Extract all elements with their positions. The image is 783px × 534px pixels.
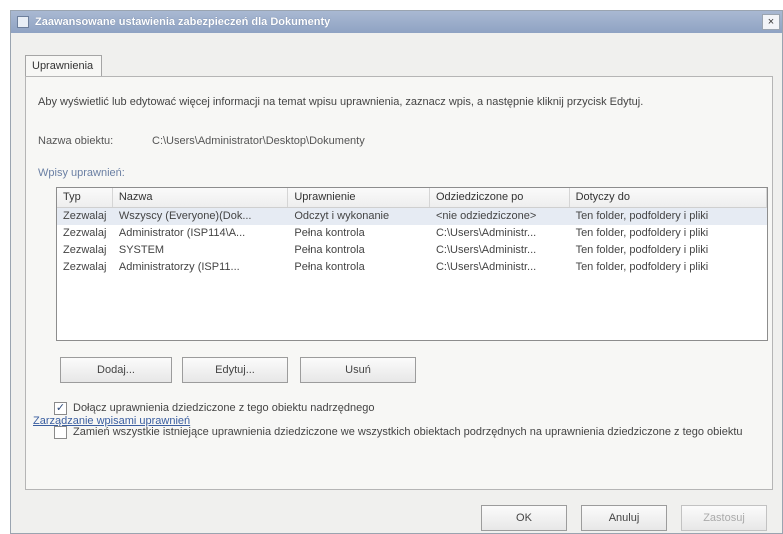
permission-entries-label: Wpisy uprawnień: — [38, 167, 125, 179]
cell-name: SYSTEM — [118, 244, 165, 256]
cell-name: Administratorzy (ISP11... — [118, 261, 240, 273]
object-name-label: Nazwa obiektu: — [38, 135, 114, 147]
replace-child-row: Zamień wszystkie istniejące uprawnienia … — [54, 425, 766, 439]
apply-button[interactable]: Zastosuj — [681, 505, 767, 531]
include-inheritable-row: ✓ Dołącz uprawnienia dziedziczone z tego… — [54, 401, 374, 415]
cell-type: Zezwalaj — [63, 261, 107, 273]
column-header-permission[interactable]: Uprawnienie — [288, 188, 430, 207]
cell-type: Zezwalaj — [63, 227, 107, 239]
add-button[interactable]: Dodaj... — [60, 357, 172, 383]
column-header-name[interactable]: Nazwa — [113, 188, 289, 207]
intro-text: Aby wyświetlić lub edytować więcej infor… — [38, 96, 644, 108]
list-header: Typ Nazwa Uprawnienie Odziedziczone po D… — [57, 188, 767, 208]
cell-inherited-from: C:\Users\Administr... — [435, 227, 537, 239]
cell-type: Zezwalaj — [63, 210, 107, 222]
remove-button[interactable]: Usuń — [300, 357, 416, 383]
table-row[interactable]: Zezwalaj SYSTEM Pełna kontrola C:\Users\… — [57, 242, 767, 259]
cell-permission: Pełna kontrola — [294, 244, 365, 256]
tab-permissions[interactable]: Uprawnienia — [25, 55, 103, 77]
include-inheritable-checkbox[interactable]: ✓ — [54, 402, 67, 415]
object-name-value: C:\Users\Administrator\Desktop\Dokumenty — [152, 135, 365, 147]
cell-applies-to: Ten folder, podfoldery i pliki — [575, 227, 709, 239]
table-row[interactable]: Zezwalaj Administrator (ISP114\A... Pełn… — [57, 225, 767, 242]
close-icon: × — [767, 16, 775, 28]
cell-name: Wszyscy (Everyone)(Dok... — [118, 210, 252, 222]
column-header-applies-to[interactable]: Dotyczy do — [570, 188, 767, 207]
replace-child-checkbox[interactable] — [54, 426, 67, 439]
table-row[interactable]: Zezwalaj Wszyscy (Everyone)(Dok... Odczy… — [57, 208, 767, 225]
column-header-inherited-from[interactable]: Odziedziczone po — [430, 188, 570, 207]
include-inheritable-label: Dołącz uprawnienia dziedziczone z tego o… — [73, 402, 375, 414]
cell-name: Administrator (ISP114\A... — [118, 227, 246, 239]
cell-inherited-from: C:\Users\Administr... — [435, 244, 537, 256]
cell-permission: Odczyt i wykonanie — [294, 210, 390, 222]
table-row[interactable]: Zezwalaj Administratorzy (ISP11... Pełna… — [57, 259, 767, 276]
permissions-panel: Aby wyświetlić lub edytować więcej infor… — [25, 76, 773, 490]
cell-applies-to: Ten folder, podfoldery i pliki — [575, 261, 709, 273]
cell-permission: Pełna kontrola — [294, 227, 365, 239]
window-title: Zaawansowane ustawienia zabezpieczeń dla… — [35, 16, 331, 28]
cancel-button[interactable]: Anuluj — [581, 505, 667, 531]
close-button[interactable]: × — [762, 14, 780, 30]
cell-applies-to: Ten folder, podfoldery i pliki — [575, 210, 709, 222]
edit-button[interactable]: Edytuj... — [182, 357, 288, 383]
replace-child-label: Zamień wszystkie istniejące uprawnienia … — [73, 426, 743, 438]
column-header-type[interactable]: Typ — [57, 188, 113, 207]
tab-strip: Uprawnienia — [25, 55, 103, 77]
cell-inherited-from: <nie odziedziczone> — [435, 210, 537, 222]
title-bar[interactable]: Zaawansowane ustawienia zabezpieczeń dla… — [11, 11, 782, 33]
cell-inherited-from: C:\Users\Administr... — [435, 261, 537, 273]
manage-entries-link[interactable]: Zarządzanie wpisami uprawnień — [33, 415, 190, 427]
cell-type: Zezwalaj — [63, 244, 107, 256]
cell-permission: Pełna kontrola — [294, 261, 365, 273]
cell-applies-to: Ten folder, podfoldery i pliki — [575, 244, 709, 256]
window-icon — [17, 16, 29, 28]
security-dialog: Zaawansowane ustawienia zabezpieczeń dla… — [10, 10, 783, 534]
permission-entries-list[interactable]: Typ Nazwa Uprawnienie Odziedziczone po D… — [56, 187, 768, 341]
ok-button[interactable]: OK — [481, 505, 567, 531]
